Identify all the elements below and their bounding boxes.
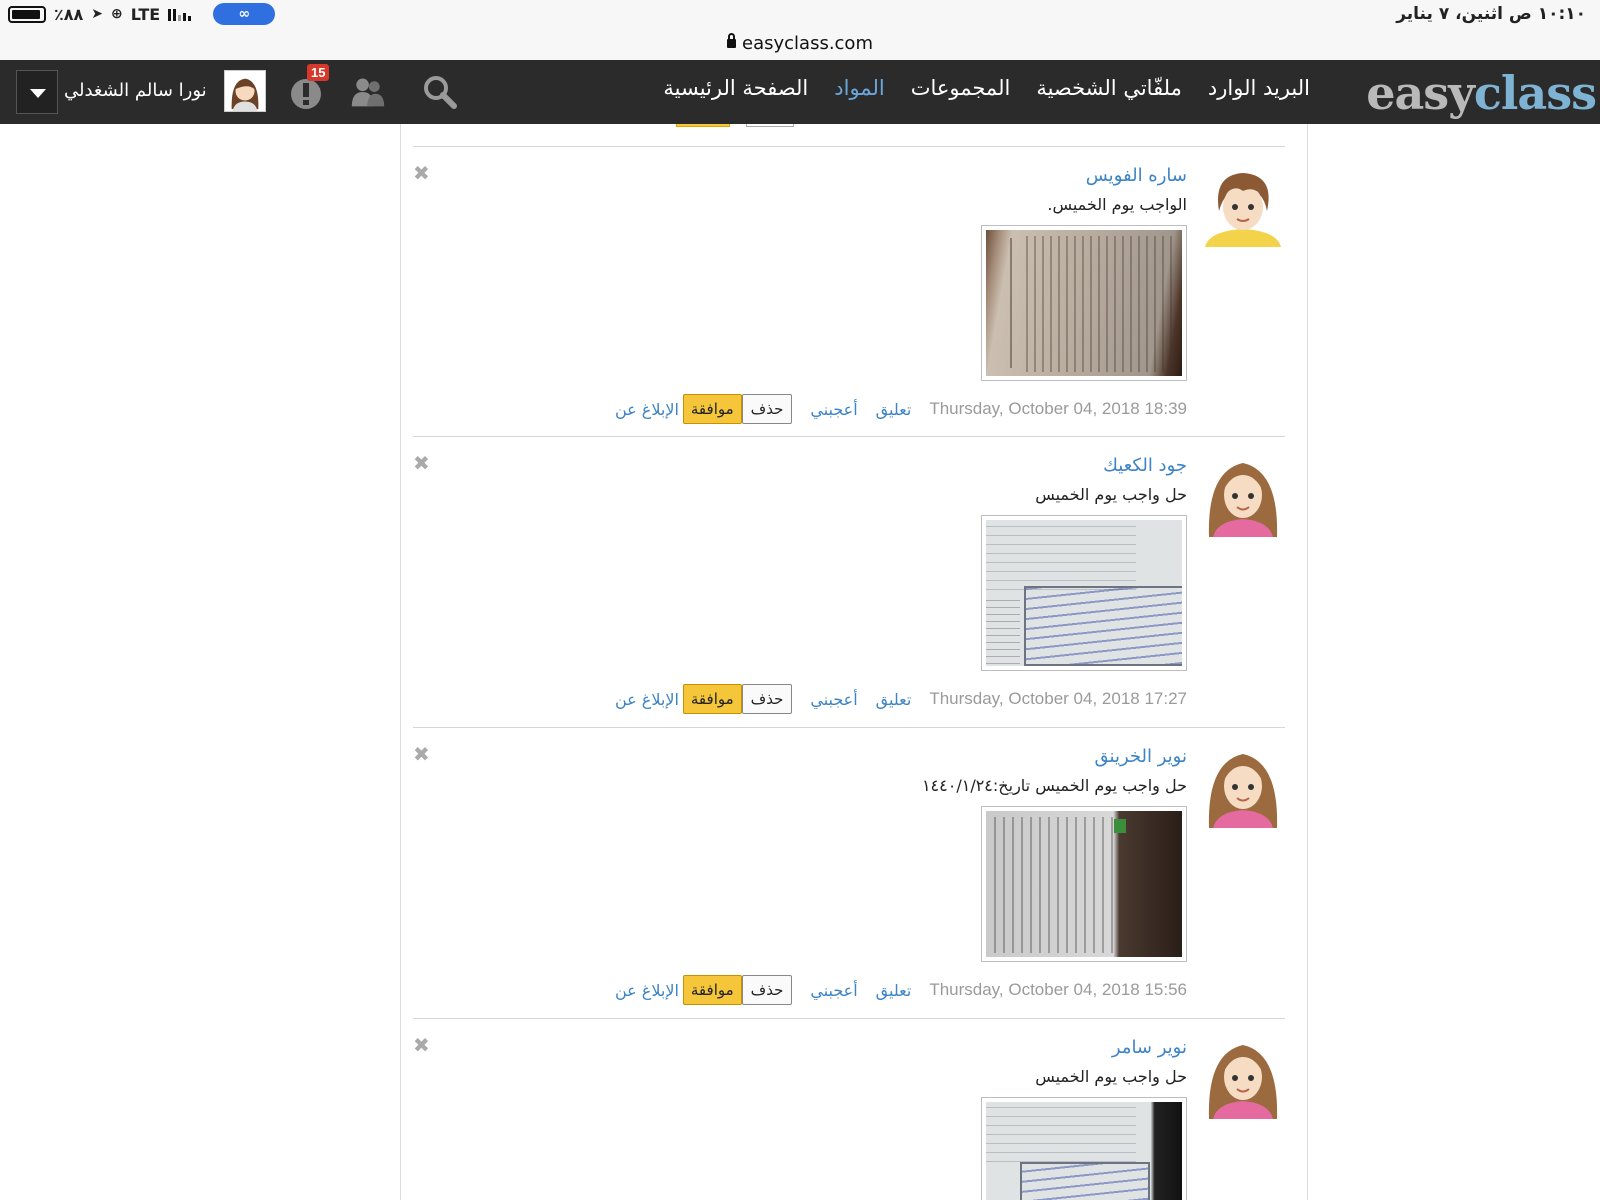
close-icon[interactable]: ✖ <box>413 451 430 475</box>
notification-badge: 15 <box>307 64 330 81</box>
battery-percent: ٪٨٨ <box>54 4 84 24</box>
delete-button[interactable]: حذف <box>741 684 793 714</box>
nav-inbox[interactable]: البريد الوارد <box>1208 76 1310 100</box>
post-timestamp: Thursday, October 04, 2018 17:27 <box>929 689 1187 708</box>
post-attachment-image[interactable] <box>981 806 1187 962</box>
post-author[interactable]: جود الكعيك <box>1103 455 1187 476</box>
avatar-girl-long-hair <box>1208 463 1278 537</box>
post-author[interactable]: ساره الفويس <box>1086 165 1187 186</box>
avatar-girl-long-hair <box>1208 1045 1278 1119</box>
avatar-girl-long-hair <box>1208 754 1278 828</box>
nav-courses[interactable]: المواد <box>834 76 884 100</box>
approve-button[interactable]: موافقة <box>682 975 742 1005</box>
people-icon[interactable] <box>350 74 386 110</box>
post-item: ✖ نوير سامر حل واجب يوم الخميس <box>413 1018 1285 1200</box>
post-attachment-image[interactable] <box>981 1097 1187 1200</box>
post-message: حل واجب يوم الخميس تاريخ:١٤٤٠/١/٢٤ <box>921 776 1187 795</box>
lock-icon <box>727 33 736 48</box>
like-link[interactable]: أعجبني <box>810 690 857 709</box>
user-avatar[interactable] <box>224 70 266 112</box>
signal-icon <box>168 7 192 21</box>
comment-link[interactable]: تعليق <box>876 400 912 419</box>
close-icon[interactable]: ✖ <box>413 742 430 766</box>
post-message: حل واجب يوم الخميس <box>1035 485 1187 504</box>
network-type: LTE <box>130 4 161 24</box>
nav-profile[interactable]: ملفّاتي الشخصية <box>1036 76 1182 100</box>
post-attachment-image[interactable] <box>981 515 1187 671</box>
post-message: الواجب يوم الخميس. <box>1047 195 1187 214</box>
post-author[interactable]: نوير سامر <box>1112 1037 1187 1058</box>
report-link[interactable]: الإبلاغ عن <box>615 690 679 709</box>
report-link[interactable]: الإبلاغ عن <box>615 981 679 1000</box>
location-icon: ➤ <box>91 6 104 22</box>
post-actions: Thursday, October 04, 2018 17:27 تعليق أ… <box>615 683 1187 715</box>
approve-button-partial[interactable] <box>676 124 730 127</box>
post-actions: Thursday, October 04, 2018 18:39 تعليق أ… <box>615 393 1187 425</box>
nav-home[interactable]: الصفحة الرئيسية <box>663 76 808 100</box>
report-link[interactable]: الإبلاغ عن <box>615 400 679 419</box>
post-item: ✖ ساره الفويس الواجب يوم الخميس. Thursda… <box>413 146 1285 436</box>
post-item: ✖ جود الكعيك حل واجب يوم الخميس Thursday… <box>413 436 1285 726</box>
link-icon[interactable]: ∞ <box>213 3 276 25</box>
url-text: easyclass.com <box>742 33 873 54</box>
status-indicators: ٪٨٨ ➤ ⊕ LTE ∞ <box>8 3 276 25</box>
avatar-girl-short-hair <box>1205 173 1281 247</box>
like-link[interactable]: أعجبني <box>810 981 857 1000</box>
address-bar[interactable]: easyclass.com <box>0 28 1600 60</box>
post-author[interactable]: نوير الخرينق <box>1095 746 1187 767</box>
search-icon[interactable] <box>422 74 458 110</box>
approve-button[interactable]: موافقة <box>682 684 742 714</box>
approve-button[interactable]: موافقة <box>682 394 742 424</box>
delete-button[interactable]: حذف <box>741 394 793 424</box>
nav-links: الصفحة الرئيسية المواد المجموعات ملفّاتي… <box>663 76 1310 100</box>
battery-icon <box>8 5 46 23</box>
post-attachment-image[interactable] <box>981 225 1187 381</box>
post-message: حل واجب يوم الخميس <box>1035 1067 1187 1086</box>
status-time: ١٠:١٠ ص اثنين، ٧ يناير <box>1396 4 1586 24</box>
post-actions: Thursday, October 04, 2018 15:56 تعليق أ… <box>615 974 1187 1006</box>
close-icon[interactable]: ✖ <box>413 1033 430 1057</box>
delete-button[interactable]: حذف <box>741 975 793 1005</box>
lock-rotation-icon: ⊕ <box>111 6 123 22</box>
comment-link[interactable]: تعليق <box>876 981 912 1000</box>
post-timestamp: Thursday, October 04, 2018 18:39 <box>929 399 1187 418</box>
status-bar: ٪٨٨ ➤ ⊕ LTE ∞ ١٠:١٠ ص اثنين، ٧ يناير <box>0 0 1600 28</box>
like-link[interactable]: أعجبني <box>810 400 857 419</box>
comment-link[interactable]: تعليق <box>876 690 912 709</box>
username[interactable]: نورا سالم الشغدلي <box>64 80 207 101</box>
delete-button-partial[interactable] <box>746 124 794 127</box>
nav-groups[interactable]: المجموعات <box>911 76 1011 100</box>
brand-logo[interactable]: easyclass <box>1366 66 1597 120</box>
close-icon[interactable]: ✖ <box>413 161 430 185</box>
post-timestamp: Thursday, October 04, 2018 15:56 <box>929 980 1187 999</box>
post-item: ✖ نوير الخرينق حل واجب يوم الخميس تاريخ:… <box>413 727 1285 1017</box>
chevron-down-icon[interactable] <box>16 70 58 114</box>
